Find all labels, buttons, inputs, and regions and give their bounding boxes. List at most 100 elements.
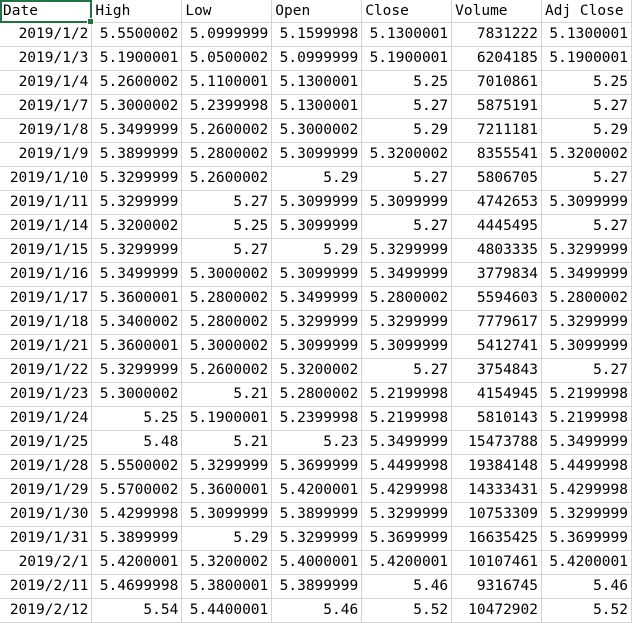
- cell-close[interactable]: 5.3299999: [361, 310, 453, 335]
- cell-high[interactable]: 5.3400002: [91, 310, 183, 335]
- cell-volume[interactable]: 5806705: [451, 166, 542, 191]
- cell-date[interactable]: 2019/1/10: [0, 166, 93, 191]
- cell-date[interactable]: 2019/1/16: [0, 262, 93, 287]
- cell-volume[interactable]: 3779834: [451, 262, 542, 287]
- cell-high[interactable]: 5.3499999: [91, 118, 183, 143]
- cell-open[interactable]: 5.3899999: [271, 502, 363, 527]
- cell-date[interactable]: 2019/1/8: [0, 118, 93, 143]
- cell-open[interactable]: 5.1599998: [271, 22, 363, 47]
- cell-open[interactable]: 5.3200002: [271, 358, 363, 383]
- cell-close[interactable]: 5.46: [361, 574, 453, 599]
- cell-high[interactable]: 5.3299999: [91, 358, 183, 383]
- cell-adj-close[interactable]: 5.27: [541, 94, 632, 119]
- cell-volume[interactable]: 4803335: [451, 238, 542, 263]
- cell-low[interactable]: 5.1100001: [181, 70, 273, 95]
- cell-open[interactable]: 5.1300001: [271, 70, 363, 95]
- header-cell-high[interactable]: High: [91, 0, 183, 23]
- cell-volume[interactable]: 4445495: [451, 214, 542, 239]
- cell-low[interactable]: 5.2800002: [181, 310, 273, 335]
- cell-low[interactable]: 5.27: [181, 190, 273, 215]
- cell-adj-close[interactable]: 5.4299998: [541, 478, 632, 503]
- cell-high[interactable]: 5.3499999: [91, 262, 183, 287]
- cell-close[interactable]: 5.52: [361, 598, 453, 623]
- cell-close[interactable]: 5.3200002: [361, 142, 453, 167]
- cell-high[interactable]: 5.3299999: [91, 190, 183, 215]
- cell-date[interactable]: 2019/1/11: [0, 190, 93, 215]
- cell-low[interactable]: 5.2800002: [181, 142, 273, 167]
- cell-volume[interactable]: 4742653: [451, 190, 542, 215]
- cell-volume[interactable]: 6204185: [451, 46, 542, 71]
- cell-adj-close[interactable]: 5.3699999: [541, 526, 632, 551]
- cell-volume[interactable]: 5810143: [451, 406, 542, 431]
- cell-open[interactable]: 5.3699999: [271, 454, 363, 479]
- cell-low[interactable]: 5.3000002: [181, 334, 273, 359]
- cell-high[interactable]: 5.3000002: [91, 382, 183, 407]
- cell-low[interactable]: 5.3600001: [181, 478, 273, 503]
- cell-close[interactable]: 5.27: [361, 94, 453, 119]
- cell-open[interactable]: 5.3099999: [271, 334, 363, 359]
- cell-date[interactable]: 2019/1/2: [0, 22, 93, 47]
- cell-volume[interactable]: 16635425: [451, 526, 542, 551]
- cell-volume[interactable]: 8355541: [451, 142, 542, 167]
- cell-high[interactable]: 5.5500002: [91, 22, 183, 47]
- cell-high[interactable]: 5.4299998: [91, 502, 183, 527]
- cell-volume[interactable]: 19384148: [451, 454, 542, 479]
- header-cell-open[interactable]: Open: [271, 0, 363, 23]
- cell-open[interactable]: 5.3299999: [271, 526, 363, 551]
- cell-high[interactable]: 5.3600001: [91, 286, 183, 311]
- cell-adj-close[interactable]: 5.52: [541, 598, 632, 623]
- cell-date[interactable]: 2019/1/29: [0, 478, 93, 503]
- cell-low[interactable]: 5.2600002: [181, 118, 273, 143]
- cell-high[interactable]: 5.3299999: [91, 166, 183, 191]
- cell-volume[interactable]: 15473788: [451, 430, 542, 455]
- cell-adj-close[interactable]: 5.3099999: [541, 190, 632, 215]
- cell-adj-close[interactable]: 5.2199998: [541, 406, 632, 431]
- cell-open[interactable]: 5.23: [271, 430, 363, 455]
- cell-volume[interactable]: 10472902: [451, 598, 542, 623]
- cell-open[interactable]: 5.4000001: [271, 550, 363, 575]
- cell-date[interactable]: 2019/2/11: [0, 574, 93, 599]
- cell-open[interactable]: 5.2800002: [271, 382, 363, 407]
- cell-high[interactable]: 5.4699998: [91, 574, 183, 599]
- cell-volume[interactable]: 5594603: [451, 286, 542, 311]
- cell-high[interactable]: 5.3899999: [91, 142, 183, 167]
- cell-open[interactable]: 5.3899999: [271, 574, 363, 599]
- cell-date[interactable]: 2019/1/4: [0, 70, 93, 95]
- cell-open[interactable]: 5.2399998: [271, 406, 363, 431]
- cell-low[interactable]: 5.27: [181, 238, 273, 263]
- cell-open[interactable]: 5.3499999: [271, 286, 363, 311]
- cell-high[interactable]: 5.3000002: [91, 94, 183, 119]
- cell-volume[interactable]: 7779617: [451, 310, 542, 335]
- cell-adj-close[interactable]: 5.2199998: [541, 382, 632, 407]
- header-cell-adj-close[interactable]: Adj Close: [541, 0, 632, 23]
- cell-low[interactable]: 5.3000002: [181, 262, 273, 287]
- cell-close[interactable]: 5.2800002: [361, 286, 453, 311]
- cell-volume[interactable]: 4154945: [451, 382, 542, 407]
- cell-adj-close[interactable]: 5.3299999: [541, 310, 632, 335]
- cell-adj-close[interactable]: 5.1300001: [541, 22, 632, 47]
- cell-low[interactable]: 5.25: [181, 214, 273, 239]
- cell-high[interactable]: 5.3299999: [91, 238, 183, 263]
- cell-low[interactable]: 5.1900001: [181, 406, 273, 431]
- cell-close[interactable]: 5.4200001: [361, 550, 453, 575]
- cell-adj-close[interactable]: 5.4499998: [541, 454, 632, 479]
- cell-date[interactable]: 2019/1/18: [0, 310, 93, 335]
- cell-open[interactable]: 5.3099999: [271, 214, 363, 239]
- cell-volume[interactable]: 7831222: [451, 22, 542, 47]
- cell-date[interactable]: 2019/1/9: [0, 142, 93, 167]
- cell-high[interactable]: 5.3600001: [91, 334, 183, 359]
- cell-date[interactable]: 2019/1/25: [0, 430, 93, 455]
- cell-date[interactable]: 2019/1/15: [0, 238, 93, 263]
- cell-adj-close[interactable]: 5.27: [541, 214, 632, 239]
- cell-high[interactable]: 5.3200002: [91, 214, 183, 239]
- cell-date[interactable]: 2019/1/14: [0, 214, 93, 239]
- cell-date[interactable]: 2019/1/30: [0, 502, 93, 527]
- cell-date[interactable]: 2019/1/22: [0, 358, 93, 383]
- cell-close[interactable]: 5.3299999: [361, 502, 453, 527]
- cell-close[interactable]: 5.3099999: [361, 190, 453, 215]
- cell-volume[interactable]: 7010861: [451, 70, 542, 95]
- cell-adj-close[interactable]: 5.3099999: [541, 334, 632, 359]
- cell-volume[interactable]: 9316745: [451, 574, 542, 599]
- cell-open[interactable]: 5.29: [271, 166, 363, 191]
- cell-low[interactable]: 5.3200002: [181, 550, 273, 575]
